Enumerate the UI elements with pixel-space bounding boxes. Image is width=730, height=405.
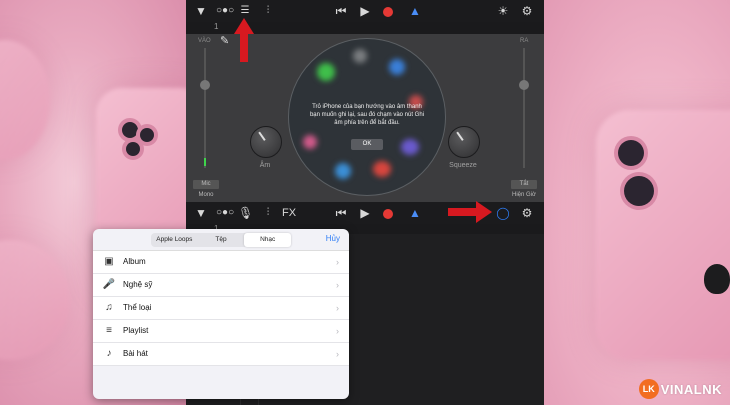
genre-icon: ♫ [105, 302, 113, 313]
loop-browser-icon[interactable]: ◯ [496, 202, 510, 224]
rewind-icon[interactable]: ⏮ [334, 202, 348, 224]
preset-blob [373, 161, 391, 177]
preset-blob [317, 63, 335, 81]
off-button[interactable]: Tắt [511, 180, 537, 189]
settings-icon[interactable]: ⚙ [520, 202, 534, 224]
mixer-icon[interactable]: ⫶ [261, 0, 275, 22]
chevron-right-icon: › [336, 303, 339, 313]
list-item-songs[interactable]: ♪ Bài hát › [93, 343, 349, 366]
camera-lens [140, 128, 154, 142]
preset-wheel: Trỏ iPhone của bạn hướng vào âm thanh bạ… [288, 38, 446, 196]
chevron-right-icon: › [336, 257, 339, 267]
vinalnk-logo: LK VINALNK [638, 379, 722, 399]
tab-music[interactable]: Nhạc [244, 233, 292, 247]
mixer-icon[interactable]: ⫶ [261, 202, 275, 224]
preset-blob [389, 59, 405, 75]
list-item-album[interactable]: ▣ Album › [93, 251, 349, 274]
list-item-label: Nghệ sỹ [123, 280, 153, 289]
chevron-right-icon: › [336, 326, 339, 336]
play-icon[interactable]: ▶ [358, 202, 372, 224]
browser-tabs: Apple Loops Tệp Nhạc [151, 233, 292, 247]
rewind-icon[interactable]: ⏮ [334, 0, 348, 22]
output-label: RA [520, 38, 529, 44]
microphone-icon[interactable]: 🎙 [238, 202, 253, 224]
ruler-marker: 1 [214, 22, 219, 31]
annotation-arrow-up [234, 18, 254, 62]
mic-button[interactable]: Mic [193, 180, 219, 189]
tab-files[interactable]: Tệp [198, 233, 245, 247]
camera-lens [122, 122, 138, 138]
eyedropper-icon[interactable]: ✎ [220, 34, 229, 47]
dropdown-triangle-icon[interactable]: ▼ [194, 202, 208, 224]
apple-logo-icon [704, 264, 730, 294]
squeeze-knob-label: Squeeze [449, 162, 477, 169]
blurred-earbuds [0, 40, 50, 160]
camera-lens [618, 140, 644, 166]
microphone-icon: 🎤 [102, 279, 116, 290]
list-item-label: Bài hát [123, 349, 148, 358]
annotation-arrow-right [448, 201, 492, 223]
list-item-playlist[interactable]: ≡ Playlist › [93, 320, 349, 343]
list-item-label: Thể loại [123, 303, 152, 312]
blurred-earbuds [0, 240, 70, 360]
list-item-artist[interactable]: 🎤 Nghệ sỹ › [93, 274, 349, 297]
background-right [544, 0, 730, 405]
mono-button[interactable]: Mono [193, 191, 219, 200]
camera-lens [126, 142, 140, 156]
music-note-icon: ♪ [106, 348, 112, 359]
browser-view-icon[interactable]: ○●○ [216, 202, 234, 224]
playlist-icon: ≡ [106, 325, 112, 336]
preset-blob [353, 49, 367, 63]
input-level-meter [204, 158, 206, 166]
camera-lens [624, 176, 654, 206]
input-label: VÀO [198, 38, 211, 44]
ok-button[interactable]: OK [351, 139, 383, 150]
tone-knob[interactable] [250, 126, 282, 158]
output-slider-knob[interactable] [519, 80, 529, 90]
squeeze-knob[interactable] [448, 126, 480, 158]
output-level-slider[interactable] [523, 48, 525, 168]
music-category-list: ▣ Album › 🎤 Nghệ sỹ › ♫ Thể loại › ≡ Pla… [93, 250, 349, 366]
brightness-icon[interactable]: ☀ [496, 0, 510, 22]
input-slider-knob[interactable] [200, 80, 210, 90]
list-item-genre[interactable]: ♫ Thể loại › [93, 297, 349, 320]
list-item-label: Playlist [123, 326, 149, 335]
logo-text: VINALNK [660, 381, 722, 397]
preset-blob [335, 163, 351, 179]
chevron-right-icon: › [336, 280, 339, 290]
time-display-button[interactable]: Hiện Giờ [511, 191, 537, 200]
instruction-message: Trỏ iPhone của bạn hướng vào âm thanh bạ… [309, 104, 425, 126]
metronome-icon[interactable]: ▲ [408, 202, 422, 224]
browser-sheet: Apple Loops Tệp Nhạc Hủy ▣ Album › 🎤 Ngh… [93, 229, 349, 399]
play-icon[interactable]: ▶ [358, 0, 372, 22]
preset-blob [401, 139, 419, 155]
preset-blob [303, 135, 317, 149]
album-icon: ▣ [104, 256, 114, 267]
logo-badge: LK [638, 379, 659, 399]
input-level-slider[interactable] [204, 48, 206, 168]
tone-knob-label: Âm [259, 162, 271, 169]
fx-button[interactable]: FX [280, 202, 298, 224]
cancel-button[interactable]: Hủy [326, 234, 340, 243]
list-item-label: Album [123, 257, 146, 266]
dropdown-triangle-icon[interactable]: ▼ [194, 0, 208, 22]
metronome-icon[interactable]: ▲ [408, 0, 422, 22]
settings-icon[interactable]: ⚙ [520, 0, 534, 22]
tab-apple-loops[interactable]: Apple Loops [151, 233, 198, 247]
browser-view-icon[interactable]: ○●○ [216, 0, 234, 22]
record-icon[interactable] [381, 202, 395, 224]
blurred-phone-right [596, 110, 730, 360]
record-icon[interactable] [381, 0, 395, 22]
chevron-right-icon: › [336, 349, 339, 359]
